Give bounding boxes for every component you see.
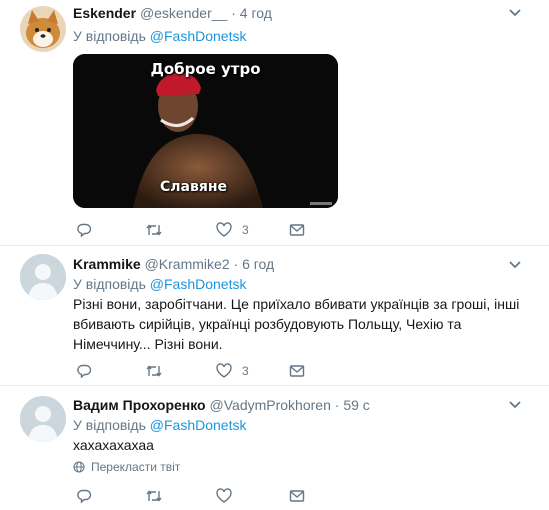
reply-button[interactable] <box>76 486 102 506</box>
media-caption-bottom: Славяне <box>160 179 227 195</box>
retweet-button[interactable] <box>145 220 173 240</box>
tweet-actions: 3 <box>73 361 333 381</box>
tweet-actions <box>73 486 333 506</box>
retweet-icon <box>146 490 162 502</box>
display-name[interactable]: Eskender <box>73 5 136 21</box>
default-user-avatar-icon <box>20 254 66 300</box>
tweet-eskender: Eskender @eskender__ · 4 год У відповідь… <box>0 0 549 245</box>
timestamp[interactable]: 4 год <box>240 5 272 21</box>
avatar[interactable] <box>20 254 66 300</box>
chevron-down-icon[interactable] <box>508 8 522 18</box>
direct-message-button[interactable] <box>289 486 315 506</box>
user-handle[interactable]: @eskender__ <box>140 5 227 21</box>
reply-prefix: У відповідь <box>73 276 150 292</box>
reply-button[interactable] <box>76 361 102 381</box>
tweet-header: Krammike @Krammike2 · 6 год <box>73 255 274 273</box>
retweet-icon <box>146 365 162 377</box>
display-name[interactable]: Krammike <box>73 256 141 272</box>
tweet-actions: 3 <box>73 220 333 240</box>
reply-mention-link[interactable]: @FashDonetsk <box>150 417 247 433</box>
user-handle[interactable]: @VadymProkhoren <box>210 397 331 413</box>
separator: · <box>233 256 239 272</box>
reply-mention-link[interactable]: @FashDonetsk <box>150 28 247 44</box>
separator: · <box>231 5 236 21</box>
gif-media[interactable]: Доброе утро Славяне <box>73 54 338 208</box>
retweet-button[interactable] <box>145 486 173 506</box>
tweet-krammike: Krammike @Krammike2 · 6 год У відповідь … <box>0 246 549 385</box>
reply-mention-link[interactable]: @FashDonetsk <box>150 276 247 292</box>
like-button[interactable]: 3 <box>216 220 249 240</box>
watermark <box>310 202 332 205</box>
chevron-down-icon[interactable] <box>508 400 522 410</box>
timestamp[interactable]: 59 с <box>343 397 369 413</box>
like-button[interactable]: 3 <box>216 361 249 381</box>
reply-to: У відповідь @FashDonetsk <box>73 27 246 45</box>
reply-to: У відповідь @FashDonetsk <box>73 275 246 293</box>
envelope-icon <box>289 365 305 377</box>
heart-icon <box>216 222 232 237</box>
tweet-text: хахахахахаа <box>73 437 154 453</box>
heart-icon <box>216 363 232 378</box>
tweet-header: Eskender @eskender__ · 4 год <box>73 4 272 22</box>
separator: · <box>334 397 340 413</box>
reply-icon <box>77 223 92 238</box>
tweet-text: Різні вони, заробітчани. Це приїхало вби… <box>73 296 520 352</box>
like-count: 3 <box>242 364 249 378</box>
default-user-avatar-icon <box>20 396 66 442</box>
like-button[interactable] <box>216 486 242 506</box>
translate-label: Перекласти твіт <box>91 460 181 474</box>
envelope-icon <box>289 490 305 502</box>
translate-tweet-link[interactable]: Перекласти твіт <box>73 460 180 474</box>
heart-icon <box>216 488 232 503</box>
retweet-button[interactable] <box>145 361 173 381</box>
reply-to: У відповідь @FashDonetsk <box>73 416 246 434</box>
tweet-vadym: Вадим Прохоренко @VadymProkhoren · 59 с … <box>0 386 549 510</box>
reply-icon <box>77 364 92 379</box>
reply-icon <box>77 489 92 504</box>
direct-message-button[interactable] <box>289 361 315 381</box>
envelope-icon <box>289 224 305 236</box>
user-handle[interactable]: @Krammike2 <box>145 256 230 272</box>
shiba-dog-avatar-icon <box>20 6 66 52</box>
reply-button[interactable] <box>76 220 102 240</box>
avatar[interactable] <box>20 396 66 442</box>
like-count: 3 <box>242 223 249 237</box>
display-name[interactable]: Вадим Прохоренко <box>73 397 206 413</box>
chevron-down-icon[interactable] <box>508 260 522 270</box>
globe-icon <box>73 461 85 473</box>
reply-prefix: У відповідь <box>73 417 150 433</box>
direct-message-button[interactable] <box>289 220 315 240</box>
media-caption-top: Доброе утро <box>150 60 261 78</box>
retweet-icon <box>146 224 162 236</box>
reply-prefix: У відповідь <box>73 28 150 44</box>
avatar[interactable] <box>20 6 66 52</box>
tweet-header: Вадим Прохоренко @VadymProkhoren · 59 с <box>73 396 370 414</box>
timestamp[interactable]: 6 год <box>242 256 274 272</box>
